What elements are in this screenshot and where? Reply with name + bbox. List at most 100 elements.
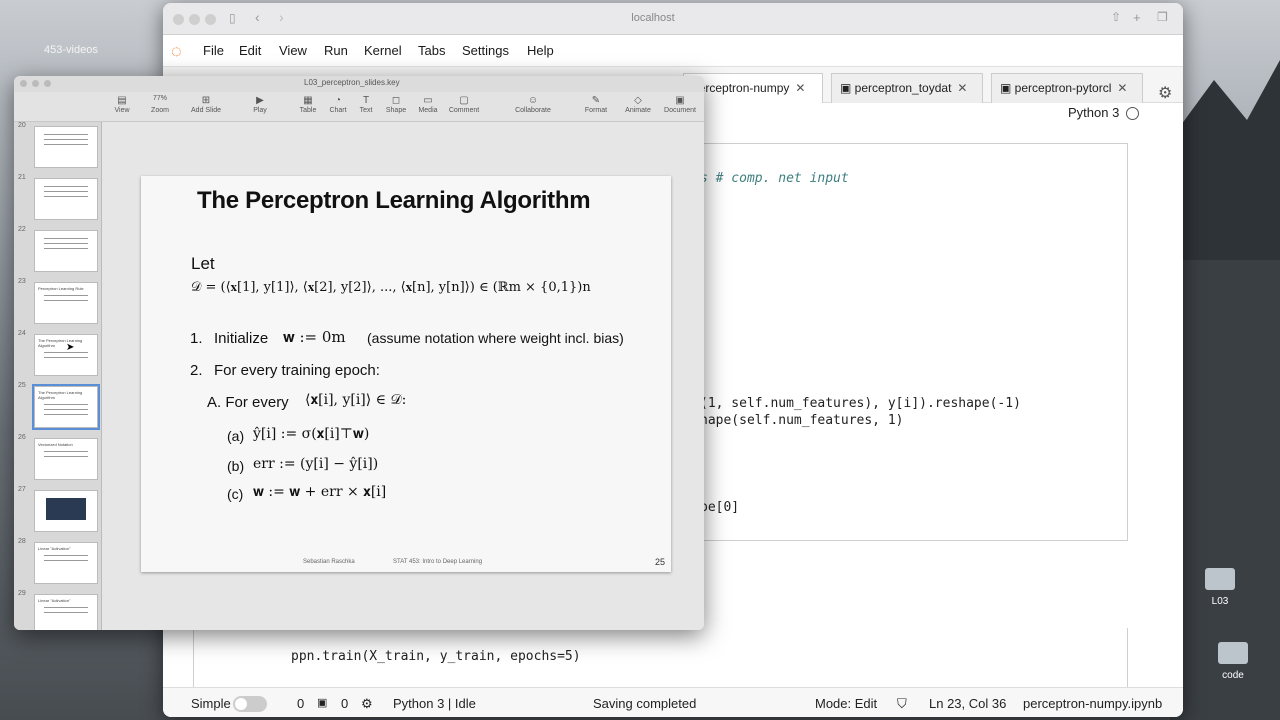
notebook-icon: ▣ xyxy=(840,81,855,95)
toolbar-add-slide[interactable]: ⊞ Add Slide xyxy=(184,95,228,114)
slide-number: 29 xyxy=(18,590,26,597)
menu-view[interactable]: View xyxy=(279,43,307,58)
slide-number: 21 xyxy=(18,174,26,181)
slide-thumbnail[interactable] xyxy=(34,178,98,220)
shield-icon: ⛉ xyxy=(897,696,907,711)
zoom-dot[interactable] xyxy=(205,14,216,25)
sub-c-math: 𝐰 := 𝐰 + err × 𝐱[i] xyxy=(253,484,387,500)
slide-thumbnail[interactable] xyxy=(34,490,98,532)
toolbar-zoom[interactable]: 77% Zoom xyxy=(138,95,182,114)
dataset-definition: 𝒟 = (⟨𝐱[1], y[1]⟩, ⟨𝐱[2], y[2]⟩, ..., ⟨𝐱… xyxy=(191,280,591,295)
keynote-titlebar: L03_perceptron_slides.key xyxy=(14,76,704,92)
step2-number: 2. xyxy=(190,362,203,379)
back-icon[interactable]: ‹ xyxy=(255,9,260,25)
toolbar-collaborate[interactable]: ☺ Collaborate xyxy=(508,95,558,114)
tab-perceptron-pytorch[interactable]: ▣ perceptron-pytorcl ✕ xyxy=(991,73,1143,103)
footer-author: Sebastian Raschka xyxy=(303,559,355,565)
slide-thumbnail-selected[interactable]: The Perceptron Learning Algorithm xyxy=(32,384,100,430)
kernel-name[interactable]: Python 3 xyxy=(1068,105,1119,120)
play-icon: ▶ xyxy=(256,95,264,106)
simple-mode-label: Simple xyxy=(191,696,231,711)
folder-label: L03 xyxy=(1211,596,1229,607)
close-tab-icon[interactable]: ✕ xyxy=(795,81,805,95)
close-dot[interactable] xyxy=(20,80,27,87)
slide-thumbnail[interactable]: Linear "Activation" xyxy=(34,594,98,630)
tab-perceptron-toydat[interactable]: ▣ perceptron_toydat ✕ xyxy=(831,73,983,103)
url-bar[interactable]: localhost xyxy=(583,12,723,24)
menu-kernel[interactable]: Kernel xyxy=(364,43,402,58)
slide-number: 23 xyxy=(18,278,26,285)
terminal-icon[interactable]: ▣ xyxy=(317,696,327,709)
close-dot[interactable] xyxy=(173,14,184,25)
slide-thumbnail[interactable]: Linear "Activation" xyxy=(34,542,98,584)
simple-mode-toggle[interactable] xyxy=(233,696,267,712)
collaborate-icon: ☺ xyxy=(527,95,539,106)
folder-icon xyxy=(1205,568,1235,590)
cursor-position[interactable]: Ln 23, Col 36 xyxy=(929,696,1006,711)
toolbar-document[interactable]: ▣ Document xyxy=(658,95,702,114)
forward-icon[interactable]: › xyxy=(279,9,284,25)
toolbar-format[interactable]: ✎ Format xyxy=(574,95,618,114)
kernel-status[interactable]: Python 3 | Idle xyxy=(393,696,476,711)
current-slide[interactable]: The Perceptron Learning Algorithm Let 𝒟 … xyxy=(141,176,671,572)
desktop-folder-l03[interactable]: L03 xyxy=(1191,568,1249,607)
slide-number: 24 xyxy=(18,330,26,337)
kernel-gear-icon[interactable]: ⚙ xyxy=(361,696,373,712)
menu-settings[interactable]: Settings xyxy=(462,43,509,58)
sidebar-toggle-icon[interactable]: ▯ xyxy=(229,11,236,25)
tab-label: perceptron-pytorcl xyxy=(1014,81,1112,95)
jupyter-logo-icon: ◌ xyxy=(171,41,182,61)
slide-thumbnail[interactable]: Vectorized Notation xyxy=(34,438,98,480)
toolbar-animate[interactable]: ◇ Animate xyxy=(616,95,660,114)
close-tab-icon[interactable]: ✕ xyxy=(1117,81,1127,95)
tab-label: perceptron_toydat xyxy=(854,81,952,95)
slide-thumbnail[interactable] xyxy=(34,126,98,168)
stepA-math: ⟨𝐱[i], y[i]⟩ ∈ 𝒟: xyxy=(305,392,407,408)
desktop-folder-code[interactable]: code xyxy=(1204,642,1262,681)
animate-icon: ◇ xyxy=(634,95,642,106)
code-line: hape(self.num_features, 1) xyxy=(700,413,904,428)
new-tab-icon[interactable]: + xyxy=(1133,10,1141,25)
kernel-idle-icon xyxy=(1126,107,1139,120)
sub-a-math: ŷ[i] := σ(𝐱[i]⊤𝐰) xyxy=(253,426,370,442)
menu-help[interactable]: Help xyxy=(527,43,554,58)
toolbar-play[interactable]: ▶ Play xyxy=(238,95,282,114)
slide-title: The Perceptron Learning Algorithm xyxy=(197,187,591,214)
keynote-filename: L03_perceptron_slides.key xyxy=(304,78,400,87)
close-tab-icon[interactable]: ✕ xyxy=(957,81,967,95)
sub-b-math: err := (y[i] − ŷ[i]) xyxy=(253,456,379,472)
mouse-cursor-icon: ➤ xyxy=(66,342,75,353)
toolbar-comment[interactable]: ▢ Comment xyxy=(442,95,486,114)
document-icon: ▣ xyxy=(675,95,685,106)
code-line: (1, self.num_features), y[i]).reshape(-1… xyxy=(700,396,1021,411)
settings-gear-icon[interactable]: ⚙ xyxy=(1158,83,1172,103)
sub-a-label: (a) xyxy=(227,428,245,444)
tabs-overview-icon[interactable]: ❐ xyxy=(1157,10,1168,24)
comment-icon: ▢ xyxy=(459,95,469,106)
stepA-label: A. For every xyxy=(207,394,289,411)
menu-edit[interactable]: Edit xyxy=(239,43,261,58)
sub-b-label: (b) xyxy=(227,458,245,474)
slide-number: 27 xyxy=(18,486,26,493)
menu-run[interactable]: Run xyxy=(324,43,348,58)
zoom-dot[interactable] xyxy=(44,80,51,87)
slide-thumbnail[interactable] xyxy=(34,230,98,272)
minimize-dot[interactable] xyxy=(189,14,200,25)
slide-number: 26 xyxy=(18,434,26,441)
format-brush-icon: ✎ xyxy=(591,95,601,106)
footer-course: STAT 453: Intro to Deep Learning xyxy=(393,559,483,565)
slide-number: 28 xyxy=(18,538,26,545)
minimize-dot[interactable] xyxy=(32,80,39,87)
menu-file[interactable]: File xyxy=(203,43,224,58)
code-line: pe[0] xyxy=(700,500,740,515)
slide-number: 20 xyxy=(18,122,26,129)
slide-thumbnail[interactable]: Perceptron Learning Rule xyxy=(34,282,98,324)
slide-navigator: 20 21 22 23 Perceptron Learning Rule 24 … xyxy=(14,122,102,630)
menu-tabs[interactable]: Tabs xyxy=(418,43,445,58)
slide-number: 25 xyxy=(18,382,26,389)
share-icon[interactable]: ⇧ xyxy=(1111,10,1121,24)
code-line-train: ppn.train(X_train, y_train, epochs=5) xyxy=(291,649,581,664)
slide-thumbnail[interactable]: The Perceptron Learning Algorithm xyxy=(34,334,98,376)
tab-perceptron-numpy[interactable]: perceptron-numpy ✕ xyxy=(683,73,823,103)
step1-number: 1. xyxy=(190,330,203,347)
